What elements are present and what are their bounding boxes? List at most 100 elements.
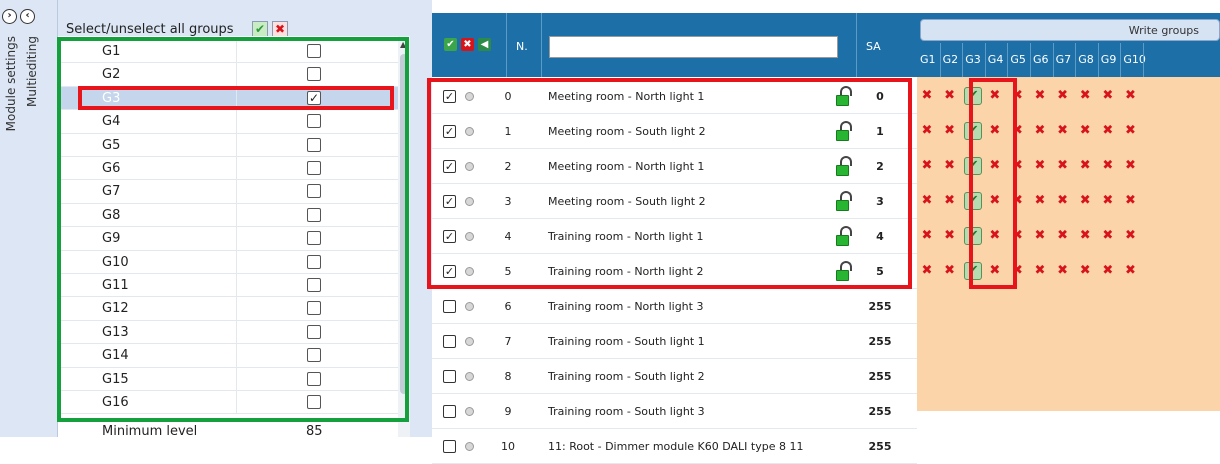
group-unassigned-cross-icon[interactable]: ✖ (1101, 124, 1115, 138)
group-unassigned-cross-icon[interactable]: ✖ (943, 159, 957, 173)
write-groups-button[interactable]: Write groups (920, 19, 1220, 41)
group-row[interactable]: G7 (58, 180, 398, 204)
module-settings-tab[interactable]: Module settings (4, 36, 18, 131)
group-unassigned-cross-icon[interactable]: ✖ (1123, 264, 1137, 278)
multiediting-tab[interactable]: Multiediting (25, 36, 39, 107)
table-row[interactable]: 7 Training room - South light 1 255 (432, 324, 917, 359)
group-row[interactable]: G15 (58, 367, 398, 391)
table-row[interactable]: ✓ 0 Meeting room - North light 1 0 (432, 79, 917, 114)
group-column-header[interactable]: G5 (1010, 53, 1026, 66)
group-unassigned-cross-icon[interactable]: ✖ (943, 194, 957, 208)
group-checkbox[interactable] (307, 161, 321, 175)
group-unassigned-cross-icon[interactable]: ✖ (988, 229, 1002, 243)
group-unassigned-cross-icon[interactable]: ✖ (1056, 229, 1070, 243)
scroll-up-icon[interactable]: ▲ (400, 40, 406, 49)
group-unassigned-cross-icon[interactable]: ✖ (1078, 159, 1092, 173)
group-unassigned-cross-icon[interactable]: ✖ (943, 229, 957, 243)
group-unassigned-cross-icon[interactable]: ✖ (920, 264, 934, 278)
group-checkbox[interactable] (307, 207, 321, 222)
group-unassigned-cross-icon[interactable]: ✖ (1033, 159, 1047, 173)
unlock-icon[interactable] (836, 156, 852, 176)
group-row[interactable]: G13 (58, 320, 398, 345)
group-unassigned-cross-icon[interactable]: ✖ (1078, 264, 1092, 278)
column-sa-header[interactable]: SA (866, 40, 881, 53)
group-unassigned-cross-icon[interactable]: ✖ (920, 229, 934, 243)
group-row[interactable]: G3 ✓ (58, 86, 398, 111)
group-checkbox[interactable] (307, 348, 321, 363)
group-column-header[interactable]: G1 (920, 53, 936, 66)
table-row[interactable]: 9 Training room - South light 3 255 (432, 394, 917, 429)
group-list-scrollbar[interactable]: ▲ (398, 36, 410, 437)
group-row[interactable]: G10 (58, 250, 398, 274)
uncheck-all-icon[interactable]: ✖ (461, 38, 474, 51)
group-unassigned-cross-icon[interactable]: ✖ (1078, 124, 1092, 138)
table-row[interactable]: ✓ 5 Training room - North light 2 5 (432, 254, 917, 289)
group-unassigned-cross-icon[interactable]: ✖ (1123, 194, 1137, 208)
group-checkbox[interactable] (307, 114, 321, 129)
group-unassigned-cross-icon[interactable]: ✖ (1123, 124, 1137, 138)
table-row[interactable]: ✓ 3 Meeting room - South light 2 3 (432, 184, 917, 219)
group-row[interactable]: G8 (58, 203, 398, 228)
group-unassigned-cross-icon[interactable]: ✖ (988, 264, 1002, 278)
row-checkbox[interactable]: ✓ (443, 265, 456, 278)
group-checkbox[interactable] (307, 231, 321, 246)
group-unassigned-cross-icon[interactable]: ✖ (1010, 124, 1024, 138)
group-row[interactable]: G1 (58, 40, 398, 64)
group-unassigned-cross-icon[interactable]: ✖ (1033, 194, 1047, 208)
group-unassigned-cross-icon[interactable]: ✖ (1101, 194, 1115, 208)
group-unassigned-cross-icon[interactable]: ✖ (1010, 89, 1024, 103)
row-checkbox[interactable]: ✓ (443, 160, 456, 173)
group-column-header[interactable]: G4 (988, 53, 1004, 66)
row-checkbox[interactable]: ✓ (443, 125, 456, 138)
group-unassigned-cross-icon[interactable]: ✖ (1056, 89, 1070, 103)
group-unassigned-cross-icon[interactable]: ✖ (1123, 159, 1137, 173)
group-unassigned-cross-icon[interactable]: ✖ (1033, 89, 1047, 103)
group-checkbox[interactable] (307, 67, 321, 82)
group-assigned-check-icon[interactable]: ✔ (964, 87, 983, 105)
unlock-icon[interactable] (836, 191, 852, 211)
group-unassigned-cross-icon[interactable]: ✖ (1101, 159, 1115, 173)
scroll-thumb[interactable] (400, 54, 408, 394)
row-checkbox[interactable] (443, 370, 456, 383)
table-row[interactable]: 6 Training room - North light 3 255 (432, 289, 917, 324)
group-checkbox[interactable]: ✓ (307, 90, 321, 105)
group-unassigned-cross-icon[interactable]: ✖ (1010, 229, 1024, 243)
group-unassigned-cross-icon[interactable]: ✖ (1056, 159, 1070, 173)
group-unassigned-cross-icon[interactable]: ✖ (1123, 89, 1137, 103)
group-unassigned-cross-icon[interactable]: ✖ (1010, 159, 1024, 173)
group-unassigned-cross-icon[interactable]: ✖ (1078, 229, 1092, 243)
group-column-header[interactable]: G2 (943, 53, 959, 66)
check-all-icon[interactable]: ✔ (444, 38, 457, 51)
group-row[interactable]: G12 (58, 297, 398, 321)
group-unassigned-cross-icon[interactable]: ✖ (1078, 89, 1092, 103)
row-checkbox[interactable] (443, 405, 456, 418)
group-unassigned-cross-icon[interactable]: ✖ (920, 124, 934, 138)
group-unassigned-cross-icon[interactable]: ✖ (988, 89, 1002, 103)
group-row[interactable]: G14 (58, 344, 398, 368)
row-checkbox[interactable] (443, 300, 456, 313)
group-checkbox[interactable] (307, 395, 321, 409)
row-checkbox[interactable]: ✓ (443, 230, 456, 243)
group-column-header[interactable]: G6 (1033, 53, 1049, 66)
row-checkbox[interactable]: ✓ (443, 90, 456, 103)
group-row[interactable]: G2 (58, 63, 398, 87)
group-assigned-check-icon[interactable]: ✔ (964, 157, 983, 175)
table-row[interactable]: 8 Training room - South light 2 255 (432, 359, 917, 394)
group-row[interactable]: G11 (58, 274, 398, 298)
group-unassigned-cross-icon[interactable]: ✖ (988, 159, 1002, 173)
group-unassigned-cross-icon[interactable]: ✖ (943, 124, 957, 138)
group-assigned-check-icon[interactable]: ✔ (964, 227, 983, 245)
group-unassigned-cross-icon[interactable]: ✖ (1033, 264, 1047, 278)
group-checkbox[interactable] (307, 44, 321, 58)
select-all-check-icon[interactable]: ✔ (252, 21, 268, 37)
group-unassigned-cross-icon[interactable]: ✖ (943, 89, 957, 103)
group-checkbox[interactable] (307, 324, 321, 339)
row-checkbox[interactable] (443, 440, 456, 453)
column-n-header[interactable]: N. (516, 40, 528, 53)
group-unassigned-cross-icon[interactable]: ✖ (1033, 124, 1047, 138)
group-unassigned-cross-icon[interactable]: ✖ (1010, 194, 1024, 208)
group-unassigned-cross-icon[interactable]: ✖ (920, 194, 934, 208)
expand-forward-button[interactable]: › (2, 9, 17, 24)
unlock-icon[interactable] (836, 261, 852, 281)
group-column-header[interactable]: G8 (1078, 53, 1094, 66)
